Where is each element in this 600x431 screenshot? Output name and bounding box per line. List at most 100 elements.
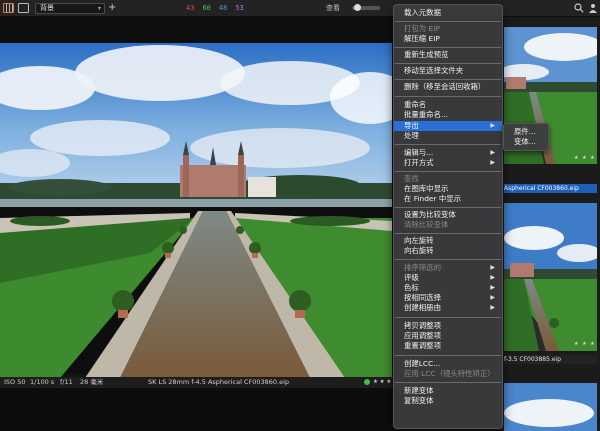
menu-item-label: 打开方式	[404, 158, 434, 167]
menu-item-export[interactable]: 导出 ▶	[394, 121, 502, 131]
menu-item-label: 批量重命名...	[404, 110, 449, 119]
thumbnail-2-caption[interactable]: f-3.5 CF003885.eip	[504, 355, 597, 364]
menu-item-rename[interactable]: 重命名	[394, 100, 502, 110]
menu-item-label: 设置为比较变体	[404, 210, 456, 219]
menu-item-label: 处理	[404, 131, 419, 140]
menu-item-label: 复制变体	[404, 396, 434, 405]
thumbnail-2-stars: ★ ★ ★	[574, 341, 596, 347]
submenu-arrow-icon: ▶	[490, 274, 495, 281]
export-submenu: 原件... 变体...	[503, 123, 549, 151]
menu-item-show-in-finder[interactable]: 在 Finder 中显示	[394, 194, 502, 204]
menu-separator	[395, 207, 501, 208]
menu-item-apply-lcc: 应用 LCC（镜头特性矫正）	[394, 369, 502, 379]
submenu-arrow-icon: ▶	[490, 159, 495, 166]
menu-item-rotate-right[interactable]: 向右旋转	[394, 246, 502, 256]
top-toolbar: 背景 ▾ + 43 60 48 53 查看	[0, 0, 600, 17]
menu-item-batch-rename[interactable]: 批量重命名...	[394, 110, 502, 120]
menu-item-label: 按相同选择	[404, 293, 441, 302]
menu-item-rotate-left[interactable]: 向左旋转	[394, 236, 502, 246]
zoom-slider[interactable]	[352, 4, 380, 11]
menu-separator	[395, 96, 501, 97]
menu-item-regenerate-preview[interactable]: 重新生成预览	[394, 50, 502, 60]
menu-item-color-tag[interactable]: 色标 ▶	[394, 283, 502, 293]
menu-item-label: 重新生成预览	[404, 50, 449, 59]
submenu-arrow-icon: ▶	[490, 122, 495, 129]
menu-item-label: 应用调整项	[404, 331, 441, 340]
menu-item-label: 删除（移至会话回收箱）	[404, 82, 486, 91]
thumbnail-3[interactable]	[504, 383, 597, 431]
user-icon[interactable]	[588, 3, 598, 13]
collection-select[interactable]: 背景 ▾	[35, 3, 105, 14]
add-button[interactable]: +	[108, 1, 116, 15]
menu-item-label: 排序筛选的	[404, 263, 441, 272]
menu-item-label: 载入元数据	[404, 8, 441, 17]
star-rating[interactable]: ★ ★ ★	[373, 378, 391, 387]
menu-item-clear-compare-variant: 清除比较变体	[394, 220, 502, 230]
menu-item-create-lcc[interactable]: 创建LCC...	[394, 359, 502, 369]
submenu-arrow-icon: ▶	[490, 284, 495, 291]
view-label: 查看	[326, 4, 340, 12]
menu-item-find: 查找	[394, 174, 502, 184]
menu-item-delete[interactable]: 删除（移至会话回收箱）	[394, 82, 502, 92]
export-original-item[interactable]: 原件...	[504, 127, 548, 137]
count-purple[interactable]: 53	[235, 3, 243, 13]
menu-item-select-same[interactable]: 按相同选择 ▶	[394, 293, 502, 303]
menu-item-move-to-folder[interactable]: 移动至选择文件夹	[394, 66, 502, 76]
menu-item-copy-adjustments[interactable]: 拷贝调整项	[394, 321, 502, 331]
menu-item-clone-variant[interactable]: 复制变体	[394, 396, 502, 406]
green-color-tag-icon[interactable]	[364, 379, 370, 385]
aperture-value: f/11	[60, 378, 73, 386]
menu-item-label: 新建变体	[404, 386, 434, 395]
menu-item-process[interactable]: 处理	[394, 131, 502, 141]
menu-item-apply-adjustments[interactable]: 应用调整项	[394, 331, 502, 341]
menu-separator	[395, 21, 501, 22]
menu-separator	[395, 355, 501, 356]
count-red[interactable]: 43	[186, 3, 194, 13]
menu-item-reset-adjustments[interactable]: 重置调整项	[394, 341, 502, 351]
menu-item-label: 在 Finder 中显示	[404, 194, 461, 203]
menu-item-create-album[interactable]: 创建相册由 ▶	[394, 303, 502, 313]
thumbnail-2[interactable]: ★ ★ ★	[504, 203, 597, 351]
menu-separator	[395, 63, 501, 64]
color-tag-counts: 43 60 48 53	[186, 3, 244, 13]
count-green[interactable]: 60	[202, 3, 210, 13]
photo-status-bar: ISO 50 1/100 s f/11 28 毫米 SK LS 28mm f-4…	[0, 377, 398, 388]
menu-separator	[395, 259, 501, 260]
menu-item-load-metadata[interactable]: 载入元数据	[394, 8, 502, 18]
main-photo[interactable]	[0, 43, 392, 378]
count-blue[interactable]: 48	[219, 3, 227, 13]
thumbnail-1-stars: ★ ★ ★	[574, 155, 596, 161]
menu-separator	[395, 79, 501, 80]
menu-item-label: 拷贝调整项	[404, 321, 441, 330]
menu-item-open-with[interactable]: 打开方式 ▶	[394, 158, 502, 168]
menu-item-label: 重命名	[404, 100, 427, 109]
menu-separator	[395, 382, 501, 383]
thumbnail-1-caption[interactable]: Aspherical CF003860.eip	[504, 184, 597, 193]
menu-item-label: 解压缩 EIP	[404, 34, 440, 43]
menu-separator	[395, 317, 501, 318]
menu-item-label: 重置调整项	[404, 341, 441, 350]
menu-item-rating[interactable]: 评级 ▶	[394, 273, 502, 283]
search-icon[interactable]	[574, 3, 584, 13]
menu-item-label: 色标	[404, 283, 419, 292]
chevron-down-icon: ▾	[97, 5, 101, 12]
export-variant-item[interactable]: 变体...	[504, 137, 548, 147]
submenu-arrow-icon: ▶	[490, 304, 495, 311]
menu-item-label: 向右旋转	[404, 246, 434, 255]
menu-item-label: 查找	[404, 174, 419, 183]
menu-item-edit-with[interactable]: 编辑与... ▶	[394, 148, 502, 158]
menu-item-show-in-library[interactable]: 在图库中显示	[394, 184, 502, 194]
context-menu: 载入元数据打包为 EIP 解压缩 EIP 重新生成预览移动至选择文件夹删除（移至会话…	[393, 4, 503, 429]
menu-item-pack-eip: 打包为 EIP	[394, 24, 502, 34]
menu-item-unpack-eip[interactable]: 解压缩 EIP	[394, 34, 502, 44]
menu-item-label: 移动至选择文件夹	[404, 66, 464, 75]
menu-item-set-compare-variant[interactable]: 设置为比较变体	[394, 210, 502, 220]
menu-item-label: 导出	[404, 121, 419, 130]
iso-value: ISO 50	[4, 378, 26, 386]
focal-length-value: 28 毫米	[80, 378, 104, 386]
shutter-value: 1/100 s	[30, 378, 55, 386]
menu-item-new-variant[interactable]: 新建变体	[394, 386, 502, 396]
thumbnail-browser: ★ ★ ★ Aspherical CF003860.eip ★ ★ ★ f-3.…	[500, 17, 600, 431]
grid-view-icon[interactable]	[3, 3, 14, 13]
single-view-icon[interactable]	[18, 3, 29, 13]
